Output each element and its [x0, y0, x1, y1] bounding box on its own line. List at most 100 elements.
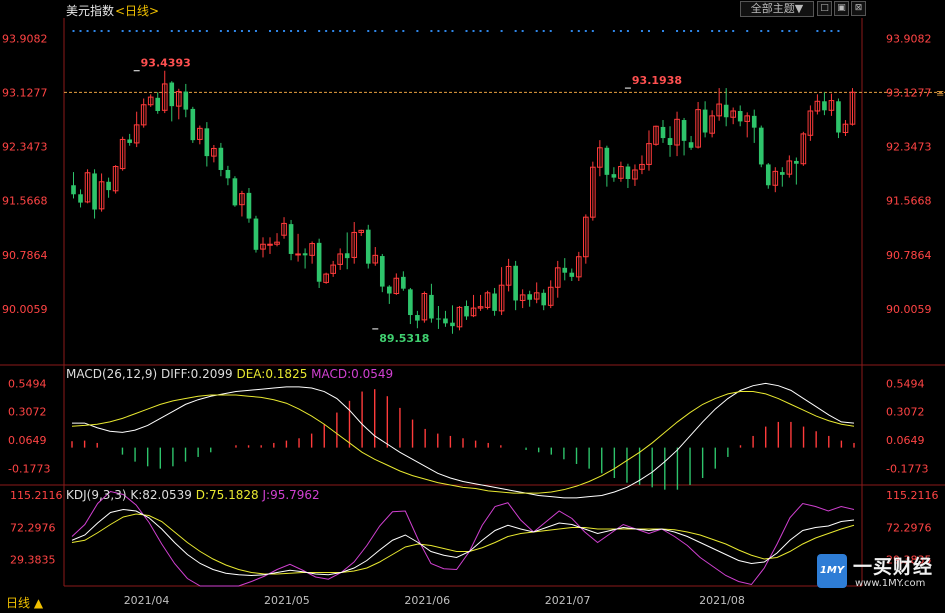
- signal-marker: [107, 30, 110, 32]
- candle-body: [218, 147, 224, 170]
- candle-body: [204, 128, 210, 157]
- signal-marker: [198, 30, 201, 32]
- date-tick: 2021/04: [124, 594, 170, 607]
- candle-body: [302, 253, 308, 256]
- signal-marker: [662, 30, 665, 32]
- macd-macd-label: MACD:0.0549: [311, 367, 394, 381]
- signal-marker: [697, 30, 700, 32]
- maximize-window-icon[interactable]: ▣: [834, 1, 849, 16]
- signal-marker: [430, 30, 433, 32]
- signal-marker: [184, 30, 187, 32]
- macd-tick-left: 0.0649: [8, 434, 47, 447]
- candle-body: [316, 242, 322, 282]
- candle-body: [379, 256, 385, 287]
- restore-window-icon[interactable]: □: [817, 1, 832, 16]
- signal-marker: [297, 30, 300, 32]
- macd-label: MACD(26,12,9): [66, 367, 158, 381]
- signal-marker: [100, 30, 103, 32]
- signal-marker: [711, 30, 714, 32]
- candle-body: [660, 126, 666, 139]
- candle-body: [604, 147, 610, 175]
- signal-marker: [93, 30, 96, 32]
- candle-body: [183, 91, 189, 110]
- watermark: 1MY 一买财经 www.1MY.com: [815, 552, 940, 594]
- candle-body: [667, 138, 673, 146]
- signal-marker: [746, 30, 749, 32]
- kdj-tick-right: 72.2976: [886, 521, 932, 534]
- signal-marker: [823, 30, 826, 32]
- close-window-icon[interactable]: ⊠: [851, 1, 866, 16]
- signal-marker: [437, 30, 440, 32]
- candle-body: [765, 164, 771, 186]
- candle-body: [751, 115, 757, 128]
- candle-body: [386, 286, 392, 294]
- macd-tick-right: -0.1773: [886, 462, 928, 475]
- macd-panel[interactable]: [71, 382, 855, 499]
- instrument-title: 美元指数: [66, 4, 115, 18]
- signal-marker: [374, 30, 377, 32]
- signal-marker: [542, 30, 545, 32]
- theme-dropdown-button[interactable]: 全部主题▼: [740, 1, 814, 17]
- candle-body: [253, 218, 259, 250]
- candle-body: [836, 101, 841, 133]
- kline-panel[interactable]: ≡ 93.4393 89.5318 93.1938: [64, 30, 945, 345]
- footer-period-label: 日线: [6, 596, 31, 610]
- candle-body: [723, 104, 729, 118]
- candle-body: [527, 294, 532, 300]
- signal-marker: [367, 30, 370, 32]
- signal-marker: [86, 30, 89, 32]
- candle-body: [78, 194, 83, 203]
- kdj-k-line: [71, 508, 855, 577]
- signal-marker: [72, 30, 75, 32]
- signal-marker: [219, 30, 222, 32]
- price-tick-left: 93.9082: [2, 32, 48, 45]
- candle-body: [288, 224, 294, 254]
- candle-body: [106, 181, 111, 191]
- signal-marker: [676, 30, 679, 32]
- signal-marker: [514, 30, 517, 32]
- candle-body: [365, 229, 371, 264]
- axis-labels: 93.9082 93.9082 93.1277 93.1277 92.3473 92.34…: [2, 32, 939, 607]
- candle-body: [443, 318, 448, 324]
- macd-diff-label: DIFF:0.2099: [160, 367, 233, 381]
- candle-body: [794, 160, 799, 164]
- candle-body: [450, 322, 455, 327]
- candle-body: [155, 97, 161, 111]
- signal-marker: [788, 30, 791, 32]
- signal-marker: [353, 30, 356, 32]
- kdj-tick-left: 72.2976: [10, 521, 56, 534]
- signal-marker: [142, 30, 145, 32]
- signal-marker: [191, 30, 194, 32]
- candle-body: [295, 253, 301, 256]
- candle-body: [569, 272, 575, 277]
- signal-marker: [325, 30, 328, 32]
- footer-period[interactable]: 日线 ▲: [6, 594, 43, 611]
- candle-body: [190, 108, 196, 141]
- candle-body: [758, 127, 764, 165]
- price-tick-left: 92.3473: [2, 141, 48, 154]
- signal-marker: [254, 30, 257, 32]
- signal-marker: [619, 30, 622, 32]
- signal-marker: [121, 30, 124, 32]
- title-bar: 美元指数 <日线> 全部主题▼ □ ▣ ⊠: [0, 0, 945, 18]
- candle-body: [611, 174, 617, 178]
- candle-body: [541, 292, 547, 306]
- signal-marker: [339, 30, 342, 32]
- macd-tick-left: 0.3072: [8, 406, 47, 419]
- signal-marker: [690, 30, 693, 32]
- price-tick-right: 93.1277: [886, 86, 932, 99]
- period-label[interactable]: <日线>: [115, 2, 159, 19]
- signal-marker: [332, 30, 335, 32]
- recent-high-label: 93.1938: [632, 74, 682, 87]
- signal-marker: [577, 30, 580, 32]
- candle-body: [225, 169, 231, 179]
- candle-body: [232, 178, 238, 206]
- price-tick-right: 92.3473: [886, 141, 932, 154]
- candle-body: [681, 120, 687, 141]
- date-tick: 2021/08: [699, 594, 745, 607]
- candle-body: [464, 306, 469, 317]
- candle-body: [688, 142, 694, 148]
- kdj-panel[interactable]: [71, 490, 855, 587]
- signal-marker: [725, 30, 728, 32]
- candle-body: [127, 139, 132, 143]
